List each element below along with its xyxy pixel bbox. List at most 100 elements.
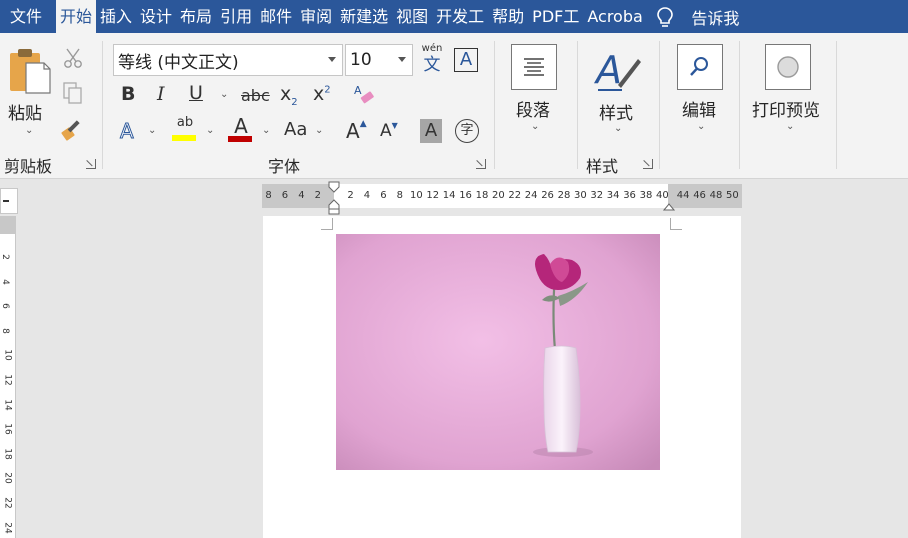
- tab-review[interactable]: 审阅: [296, 0, 336, 33]
- font-name-combobox[interactable]: 等线 (中文正文): [113, 44, 343, 76]
- character-border-button[interactable]: A: [454, 48, 478, 72]
- phonetic-guide-button[interactable]: wén 文: [420, 43, 444, 77]
- svg-text:A: A: [354, 84, 362, 97]
- text-highlight-glyph: ab: [176, 115, 194, 130]
- vertical-ruler-tick-label: 22: [2, 497, 13, 509]
- tab-design[interactable]: 设计: [136, 0, 176, 33]
- ruler-tick-label: 18: [475, 190, 489, 201]
- print-preview-dropdown-chevron-icon[interactable]: ⌄: [786, 121, 794, 132]
- styles-dialog-launcher[interactable]: [643, 159, 653, 169]
- shrink-font-button[interactable]: A▼: [380, 121, 398, 141]
- superscript-mark: 2: [324, 84, 331, 96]
- clipboard-group-label: 剪贴板: [4, 157, 53, 176]
- scissors-icon[interactable]: [62, 47, 84, 69]
- text-effects-button[interactable]: A: [120, 119, 135, 144]
- text-effects-dropdown-chevron-icon[interactable]: ⌄: [148, 125, 156, 136]
- font-color-swatch: [228, 136, 252, 142]
- tell-me-box[interactable]: 告诉我: [653, 0, 739, 33]
- first-line-indent-marker-icon[interactable]: [328, 181, 340, 215]
- subscript-button[interactable]: x2: [280, 83, 298, 108]
- tab-acrobat[interactable]: Acroba: [583, 0, 643, 33]
- vertical-ruler-tick-label: 16: [2, 423, 13, 435]
- tab-insert[interactable]: 插入: [96, 0, 136, 33]
- styles-label[interactable]: 样式: [599, 99, 633, 124]
- clipboard-icon[interactable]: [8, 47, 52, 95]
- grow-font-button[interactable]: A▲: [346, 119, 367, 143]
- vertical-ruler-tick-label: 14: [2, 398, 13, 411]
- tab-stop-selector[interactable]: [0, 188, 18, 214]
- ruler-tick-label: 4: [298, 190, 305, 201]
- paragraph-label: 段落: [516, 101, 550, 121]
- enclose-characters-button[interactable]: 字: [455, 119, 479, 143]
- ruler-tick-label: 8: [396, 190, 403, 201]
- tell-me-label: 告诉我: [691, 8, 740, 28]
- flower-vase-image[interactable]: [336, 234, 660, 470]
- ruler-tick-label: 20: [492, 190, 505, 201]
- paste-button[interactable]: 粘贴: [8, 99, 42, 124]
- eraser-icon[interactable]: A: [352, 83, 376, 107]
- text-highlight-dropdown-chevron-icon[interactable]: ⌄: [206, 125, 214, 136]
- vertical-ruler[interactable]: 2 4 6 8 10 12 14 16 18 20 22 24: [0, 216, 16, 538]
- vertical-ruler-tick-label: 24: [2, 521, 13, 534]
- ruler-tick-label: 48: [709, 190, 723, 201]
- character-shading-button[interactable]: A: [420, 119, 442, 143]
- tab-home[interactable]: 开始: [56, 0, 97, 33]
- font-name-dropdown-icon[interactable]: [328, 57, 336, 62]
- editing-button[interactable]: [677, 44, 723, 90]
- font-dialog-launcher[interactable]: [476, 159, 486, 169]
- underline-dropdown-chevron-icon[interactable]: ⌄: [220, 89, 228, 100]
- font-color-dropdown-chevron-icon[interactable]: ⌄: [262, 125, 270, 136]
- vertical-ruler-tick-label: 6: [0, 303, 10, 310]
- superscript-button[interactable]: x2: [313, 83, 331, 105]
- ruler-tick-label: 36: [623, 190, 636, 201]
- styles-dropdown-chevron-icon[interactable]: ⌄: [614, 123, 622, 134]
- right-indent-marker-icon[interactable]: [663, 198, 675, 212]
- tab-developer[interactable]: 开发工: [432, 0, 488, 33]
- strikethrough-button[interactable]: abc: [241, 86, 270, 105]
- tab-view[interactable]: 视图: [392, 0, 432, 33]
- paste-dropdown-chevron-icon[interactable]: ⌄: [25, 125, 33, 136]
- underline-button[interactable]: U: [189, 82, 203, 104]
- subscript-mark: 2: [291, 96, 298, 108]
- tab-mailings[interactable]: 邮件: [256, 0, 296, 33]
- clipboard-dialog-launcher[interactable]: [86, 159, 96, 169]
- tab-file[interactable]: 文件: [0, 0, 56, 33]
- ruler-tick-label: 28: [557, 190, 571, 201]
- tab-layout[interactable]: 布局: [176, 0, 216, 33]
- margin-corner-top-left: [321, 218, 333, 230]
- ruler-tick-label: 8: [265, 190, 272, 201]
- print-preview-button[interactable]: [765, 44, 811, 90]
- tab-new-group[interactable]: 新建选: [336, 0, 392, 33]
- tab-help[interactable]: 帮助: [488, 0, 528, 33]
- group-divider: [739, 41, 740, 169]
- font-size-combobox[interactable]: 10: [345, 44, 413, 76]
- change-case-dropdown-chevron-icon[interactable]: ⌄: [315, 125, 323, 136]
- font-color-button[interactable]: A: [228, 115, 254, 143]
- editing-dropdown-chevron-icon[interactable]: ⌄: [697, 121, 705, 132]
- copy-icon[interactable]: [62, 81, 84, 105]
- group-divider: [836, 41, 837, 169]
- paintbrush-icon[interactable]: [60, 117, 86, 141]
- tab-references[interactable]: 引用: [216, 0, 256, 33]
- font-name-value: 等线 (中文正文): [118, 52, 239, 73]
- paragraph-button[interactable]: [511, 44, 557, 90]
- vertical-ruler-tick-label: 20: [2, 472, 13, 485]
- tab-pdf-tools[interactable]: PDF工: [528, 0, 583, 33]
- styles-pen-icon[interactable]: A: [594, 45, 642, 93]
- ruler-tick-label: 38: [639, 190, 653, 201]
- ruler-tick-label: 16: [459, 190, 472, 201]
- text-highlight-button[interactable]: ab: [172, 115, 198, 143]
- bold-button[interactable]: B: [121, 83, 135, 105]
- vertical-ruler-tick-label: 4: [0, 278, 10, 285]
- change-case-button[interactable]: Aa: [284, 119, 307, 140]
- ruler-tick-label: 24: [524, 190, 538, 201]
- styles-group-label: 样式: [586, 157, 619, 176]
- ruler-tick-label: 6: [281, 190, 289, 201]
- group-divider: [659, 41, 660, 169]
- paragraph-dropdown-chevron-icon[interactable]: ⌄: [531, 121, 539, 132]
- svg-text:A: A: [594, 48, 622, 92]
- italic-button[interactable]: I: [157, 83, 165, 105]
- grow-font-arrow-icon: ▲: [359, 119, 367, 129]
- group-divider: [102, 41, 103, 169]
- font-size-dropdown-icon[interactable]: [398, 57, 406, 62]
